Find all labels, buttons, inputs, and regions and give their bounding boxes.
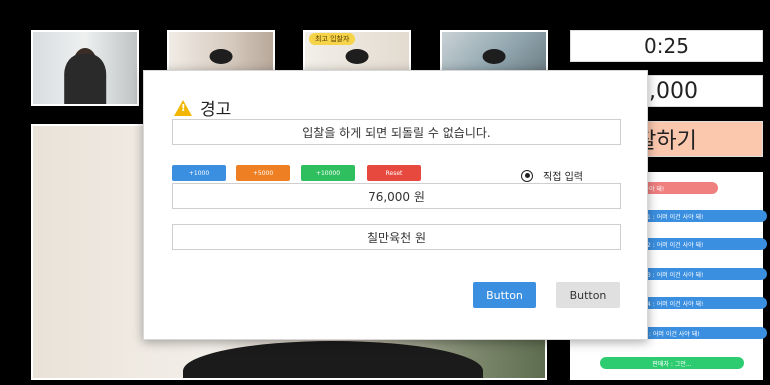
speaker-silhouette <box>183 341 483 378</box>
reset-button[interactable]: Reset <box>367 165 421 181</box>
amount-input[interactable]: 76,000 원 <box>172 183 621 209</box>
increment-5000-button[interactable]: +5000 <box>236 165 290 181</box>
warning-modal: ! 경고 입찰을 하게 되면 되돌릴 수 없습니다. +1000 +5000 +… <box>143 70 648 340</box>
amount-korean-display: 칠만육천 원 <box>172 224 621 250</box>
confirm-button-label: Button <box>486 288 523 302</box>
video-tile-1[interactable] <box>31 30 139 106</box>
modal-title: ! 경고 <box>174 95 231 120</box>
chat-message: 팀원1 : 어머 이건 사야 돼! <box>630 210 767 222</box>
amount-korean-text: 칠만육천 원 <box>366 230 426 245</box>
chat-message: 팀원3 : 어머 이건 사야 돼! <box>630 268 767 280</box>
video-tile-2[interactable] <box>167 30 275 72</box>
amount-value-text: 76,000 원 <box>368 189 425 204</box>
chat-message: 방주 : 어머 이건 사야 돼! <box>630 327 767 339</box>
increment-10000-button[interactable]: +10000 <box>301 165 355 181</box>
chat-message: 판매자 : 그만... <box>600 357 744 369</box>
video-tile-3[interactable]: 최고 입찰자 <box>303 30 411 72</box>
timer-text: 0:25 <box>644 34 689 58</box>
direct-input-radio[interactable] <box>521 169 533 182</box>
modal-title-text: 경고 <box>200 100 232 120</box>
cancel-button[interactable]: Button <box>556 282 620 308</box>
chat-message: 팀원2 : 어머 이건 사야 돼! <box>630 238 767 250</box>
top-bidder-badge: 최고 입찰자 <box>309 33 356 45</box>
direct-input-option[interactable]: 직접 입력 <box>521 168 583 183</box>
confirm-button[interactable]: Button <box>473 282 536 308</box>
chat-message: 팀장4 : 어머 이건 사야 돼! <box>630 297 767 309</box>
warning-icon: ! <box>174 99 192 116</box>
modal-message: 입찰을 하게 되면 되돌릴 수 없습니다. <box>172 119 621 145</box>
increment-1000-button[interactable]: +1000 <box>172 165 226 181</box>
cancel-button-label: Button <box>569 288 607 302</box>
timer-display: 0:25 <box>570 30 763 62</box>
modal-message-text: 입찰을 하게 되면 되돌릴 수 없습니다. <box>302 125 491 140</box>
video-tile-4[interactable] <box>440 30 548 72</box>
direct-input-label: 직접 입력 <box>543 172 583 183</box>
